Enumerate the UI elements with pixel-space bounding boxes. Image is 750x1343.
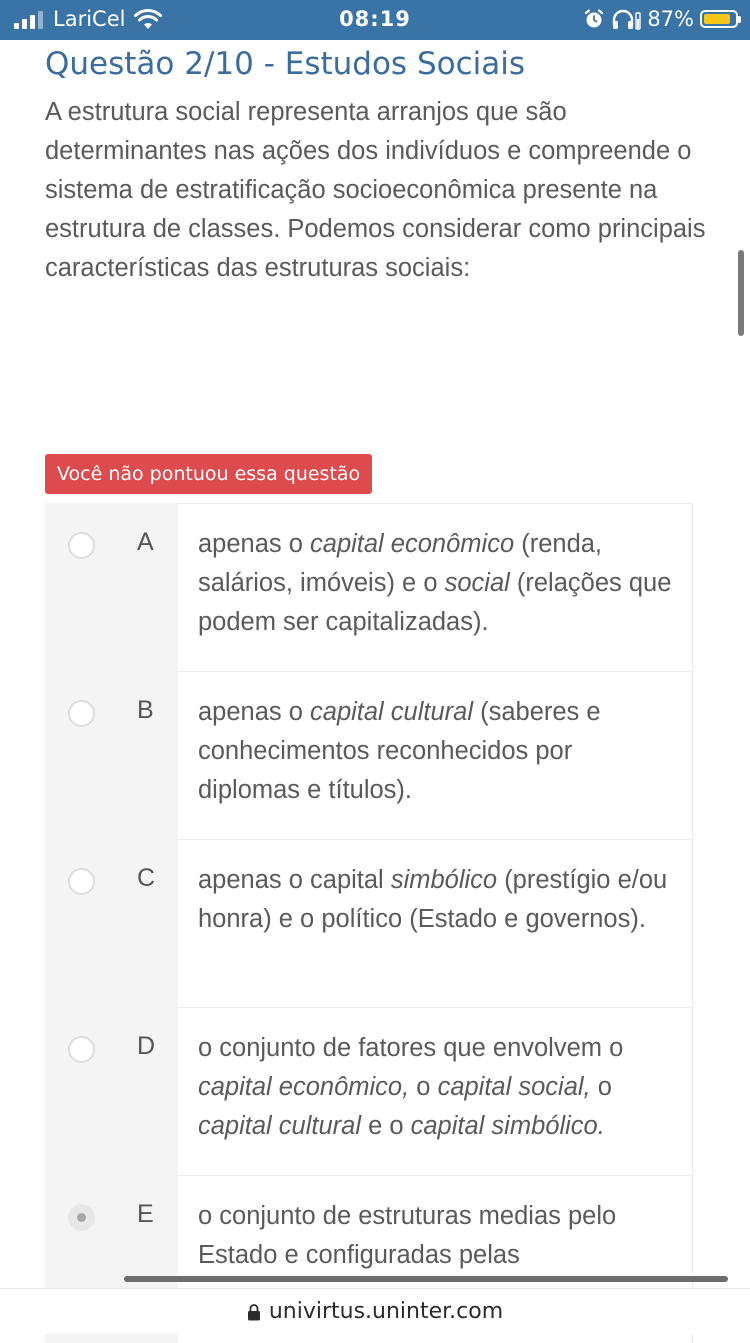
option-text-segment: o conjunto de estruturas medias pelo Est…	[198, 1202, 617, 1269]
option-text-segment: capital cultural	[310, 698, 474, 726]
headphones-icon	[613, 9, 642, 30]
option-text-segment: social	[444, 569, 510, 597]
question-title: Questão 2/10 - Estudos Sociais	[45, 46, 526, 82]
option-text-segment: capital econômico	[310, 530, 515, 558]
status-right: 87%	[583, 7, 741, 31]
url-bar[interactable]: univirtus.uninter.com	[0, 1288, 750, 1334]
option-row[interactable]: Bapenas o capital cultural (saberes e co…	[45, 671, 693, 839]
option-text-segment: apenas o	[198, 698, 311, 726]
result-badge: Você não pontuou essa questão	[45, 454, 373, 494]
battery-percent: 87%	[647, 7, 694, 31]
option-text: o conjunto de estruturas medias pelo Est…	[198, 1197, 678, 1275]
lock-icon	[247, 1303, 260, 1320]
option-radio[interactable]	[68, 700, 95, 727]
question-text: A estrutura social representa arranjos q…	[45, 98, 706, 282]
options-list: Aapenas o capital econômico (renda, salá…	[45, 503, 693, 1343]
option-text-segment: capital econômico,	[198, 1073, 410, 1101]
option-text: apenas o capital cultural (saberes e con…	[198, 693, 678, 810]
option-left-column	[45, 503, 178, 671]
option-text-segment: apenas o capital	[198, 866, 391, 894]
option-text: apenas o capital econômico (renda, salár…	[198, 525, 678, 642]
option-radio[interactable]	[68, 868, 95, 895]
alarm-icon	[585, 9, 604, 28]
option-text: o conjunto de fatores que envolvem o cap…	[198, 1029, 678, 1146]
option-letter: E	[137, 1200, 154, 1228]
option-letter: A	[137, 528, 154, 556]
option-row[interactable]: Capenas o capital simbólico (prestígio e…	[45, 839, 693, 1007]
option-radio[interactable]	[68, 1036, 95, 1063]
option-left-column	[45, 1007, 178, 1175]
option-text-segment: apenas o	[198, 530, 311, 558]
option-letter: D	[137, 1032, 156, 1060]
option-text-segment: o conjunto de fatores que envolvem o	[198, 1034, 624, 1062]
option-radio[interactable]	[68, 532, 95, 559]
option-text-segment: capital cultural	[198, 1112, 361, 1140]
battery-fill	[704, 14, 731, 24]
option-text-segment: simbólico	[390, 866, 498, 894]
option-text-segment: o	[590, 1073, 612, 1101]
option-left-column	[45, 671, 178, 839]
option-text-segment: capital simbólico.	[410, 1112, 605, 1140]
option-left-column	[45, 839, 178, 1007]
vertical-scrollbar[interactable]	[738, 250, 744, 336]
option-text-segment: capital social,	[437, 1073, 591, 1101]
option-radio[interactable]	[68, 1204, 95, 1231]
option-text-segment: e o	[361, 1112, 411, 1140]
option-row[interactable]: Do conjunto de fatores que envolvem o ca…	[45, 1007, 693, 1175]
option-row[interactable]: Aapenas o capital econômico (renda, salá…	[45, 503, 693, 671]
option-text-segment: o	[409, 1073, 438, 1101]
option-letter: C	[137, 864, 156, 892]
option-letter: B	[137, 696, 154, 724]
status-bar: LariCel 08:19 87%	[0, 0, 750, 40]
url-text: univirtus.uninter.com	[268, 1299, 504, 1324]
horizontal-scrollbar[interactable]	[124, 1276, 728, 1282]
option-text: apenas o capital simbólico (prestígio e/…	[198, 861, 678, 939]
battery-icon	[700, 10, 741, 28]
